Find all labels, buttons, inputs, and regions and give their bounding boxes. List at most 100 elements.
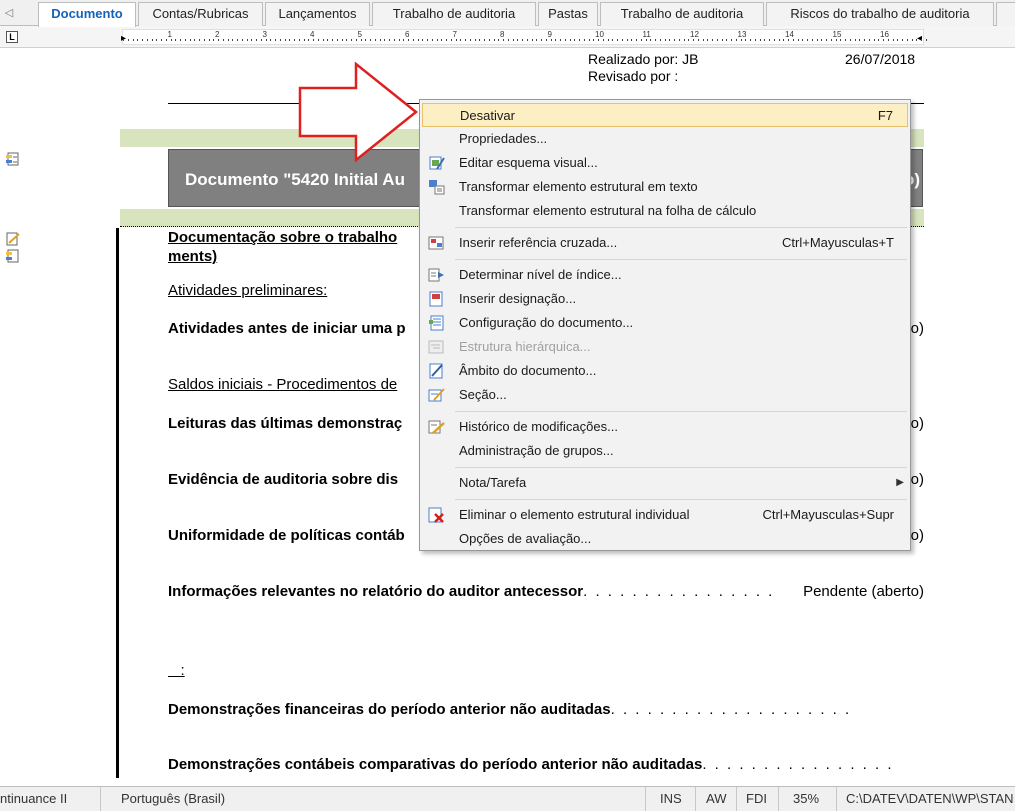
menu-desativar[interactable]: Desativar F7 bbox=[422, 103, 908, 127]
tab-lancamentos[interactable]: Lançamentos bbox=[265, 2, 370, 26]
menu-opcoes-avaliacao[interactable]: Opções de avaliação... bbox=[422, 527, 908, 551]
item-uniformidade[interactable]: Uniformidade de políticas contáb bbox=[168, 527, 405, 544]
ruler-tick bbox=[878, 39, 880, 41]
ruler-tick bbox=[925, 39, 927, 41]
ruler-tick bbox=[797, 39, 799, 41]
ruler-number: 15 bbox=[832, 30, 842, 39]
ruler-tick bbox=[617, 39, 618, 41]
menu-referencia-cruzada[interactable]: Inserir referência cruzada... Ctrl+Mayus… bbox=[422, 231, 908, 255]
item-informacoes-dots: . . . . . . . . . . . . . . . . bbox=[583, 583, 775, 600]
ruler-tick bbox=[716, 39, 718, 41]
menu-transformar-folha[interactable]: Transformar elemento estrutural na folha… bbox=[422, 199, 908, 223]
menu-nivel-indice[interactable]: Determinar nível de índice... bbox=[422, 263, 908, 287]
ruler-tick bbox=[593, 39, 595, 41]
ruler-tick bbox=[469, 39, 471, 41]
item-atividades-antes-status: o) bbox=[910, 320, 924, 337]
edit-note-icon[interactable] bbox=[5, 232, 21, 246]
menu-configuracao-documento[interactable]: Configuração do documento... bbox=[422, 311, 908, 335]
structure-element-icon-2[interactable] bbox=[5, 249, 21, 263]
item-demonstracoes-nao-auditadas[interactable]: Demonstrações financeiras do período ant… bbox=[168, 701, 851, 718]
item-informacoes[interactable]: Informações relevantes no relatório do a… bbox=[168, 583, 774, 600]
item-comparativas-dots: . . . . . . . . . . . . . . . . bbox=[702, 756, 894, 773]
ruler-tick bbox=[460, 39, 462, 41]
menu-nota-tarefa[interactable]: Nota/Tarefa ▶ bbox=[422, 471, 908, 495]
structure-element-icon[interactable] bbox=[5, 152, 21, 166]
section-heading[interactable]: Documentação sobre o trabalho bbox=[168, 229, 397, 246]
ruler-tick bbox=[488, 39, 490, 41]
ruler-tick bbox=[588, 39, 590, 41]
menu-historico-modificacoes[interactable]: Histórico de modificações... bbox=[422, 415, 908, 439]
ruler-tick bbox=[142, 39, 143, 41]
menu-eliminar-elemento[interactable]: Eliminar o elemento estrutural individua… bbox=[422, 503, 908, 527]
ruler-tick bbox=[830, 39, 832, 41]
status-fdi[interactable]: FDI bbox=[746, 791, 767, 806]
tab-trabalho-de-auditoria-2[interactable]: Trabalho de auditoria bbox=[600, 2, 764, 26]
tab-riscos-trabalho-auditoria[interactable]: Riscos do trabalho de auditoria bbox=[766, 2, 994, 26]
menu-editar-esquema[interactable]: Editar esquema visual... bbox=[422, 151, 908, 175]
menu-transformar-texto[interactable]: Transformar elemento estrutural em texto bbox=[422, 175, 908, 199]
ruler-tick bbox=[374, 39, 376, 41]
ruler-tick bbox=[146, 39, 148, 41]
ruler-number: 1 bbox=[167, 30, 172, 39]
menu-ambito-documento[interactable]: Âmbito do documento... bbox=[422, 359, 908, 383]
item-leituras[interactable]: Leituras das últimas demonstraç bbox=[168, 415, 402, 432]
status-ins[interactable]: INS bbox=[660, 791, 682, 806]
ruler-tick bbox=[826, 39, 827, 41]
ruler-tick bbox=[574, 39, 576, 41]
item-leituras-status: o) bbox=[910, 415, 924, 432]
tab-documento[interactable]: Documento bbox=[38, 2, 136, 27]
ruler-tick bbox=[802, 39, 804, 41]
subheading-atividades[interactable]: Atividades preliminares: bbox=[168, 282, 327, 299]
item-demonstracoes-comparativas[interactable]: Demonstrações contábeis comparativas do … bbox=[168, 756, 894, 773]
menu-secao[interactable]: Seção... bbox=[422, 383, 908, 407]
status-zoom[interactable]: 35% bbox=[793, 791, 819, 806]
menu-inserir-designacao[interactable]: Inserir designação... bbox=[422, 287, 908, 311]
item-evidencia[interactable]: Evidência de auditoria sobre dis bbox=[168, 471, 398, 488]
ruler-tick bbox=[536, 39, 538, 41]
tab-contas-rubricas[interactable]: Contas/Rubricas bbox=[138, 2, 263, 26]
tab-scroll-left-icon[interactable]: ◁ bbox=[0, 2, 18, 24]
menu-eliminar-elemento-label: Eliminar o elemento estrutural individua… bbox=[459, 507, 690, 522]
document-config-icon bbox=[429, 315, 444, 331]
ruler-tick bbox=[769, 39, 770, 41]
ruler-tick bbox=[897, 39, 899, 41]
ruler-tick bbox=[284, 39, 286, 41]
ruler-tick bbox=[303, 39, 305, 41]
ruler-tick bbox=[275, 39, 276, 41]
designation-icon bbox=[429, 291, 443, 307]
ruler-tick bbox=[379, 39, 381, 41]
revisado-por: Revisado por : bbox=[588, 68, 679, 84]
ruler-strip[interactable]: ▸ ◂ 12345678910111213141516 bbox=[121, 29, 927, 45]
ruler-tick bbox=[759, 39, 761, 41]
menu-estrutura-hierarquica-label: Estrutura hierárquica... bbox=[459, 339, 591, 354]
ruler-tick bbox=[441, 39, 443, 41]
ruler-tick bbox=[807, 39, 808, 41]
subheading-saldos[interactable]: Saldos iniciais - Procedimentos de bbox=[168, 376, 397, 393]
item-demonstracoes-dots: . . . . . . . . . . . . . . . . . . . . bbox=[610, 701, 852, 718]
ruler-tick bbox=[218, 39, 219, 41]
tab-stop-selector[interactable]: L bbox=[6, 31, 18, 43]
menu-administracao-grupos[interactable]: Administração de grupos... bbox=[422, 439, 908, 463]
tab-overflow[interactable] bbox=[996, 2, 1015, 26]
ruler-tick bbox=[526, 39, 528, 41]
status-aw[interactable]: AW bbox=[706, 791, 726, 806]
ruler-number: 11 bbox=[642, 30, 651, 39]
item-atividades-antes[interactable]: Atividades antes de iniciar uma p bbox=[168, 320, 406, 337]
ruler-tick bbox=[479, 39, 481, 41]
section-heading-cont[interactable]: ments) bbox=[168, 248, 217, 265]
menu-administracao-grupos-label: Administração de grupos... bbox=[459, 443, 614, 458]
ruler-tick bbox=[241, 39, 243, 41]
ruler-tick bbox=[189, 39, 191, 41]
ruler-tick bbox=[688, 39, 690, 41]
ruler-tick bbox=[156, 39, 158, 41]
subheading-colon[interactable]: : bbox=[168, 662, 185, 679]
menu-propriedades[interactable]: Propriedades... bbox=[422, 127, 908, 151]
ruler-tick bbox=[431, 39, 433, 41]
tab-trabalho-de-auditoria-1[interactable]: Trabalho de auditoria bbox=[372, 2, 536, 26]
hierarchy-icon bbox=[428, 340, 444, 354]
status-language[interactable]: Português (Brasil) bbox=[121, 791, 225, 806]
menu-estrutura-hierarquica[interactable]: Estrutura hierárquica... bbox=[422, 335, 908, 359]
tab-pastas[interactable]: Pastas bbox=[538, 2, 598, 26]
ruler-tick bbox=[764, 39, 766, 41]
ruler-tick bbox=[427, 39, 428, 41]
